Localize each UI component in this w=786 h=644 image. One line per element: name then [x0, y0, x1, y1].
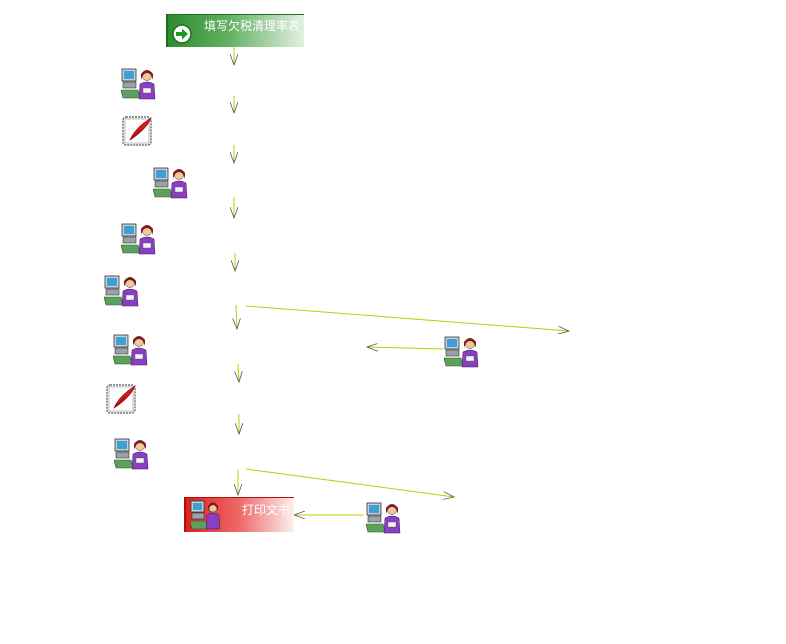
arrow-right-icon — [172, 24, 192, 44]
step-note-1[interactable] — [121, 114, 155, 148]
workflow-diagram: 填写欠税清理率表 打印文书 — [0, 0, 786, 644]
branch-arrow-upper-return — [367, 347, 444, 349]
user-at-computer-icon — [103, 275, 139, 307]
user-at-computer-icon — [113, 438, 149, 470]
step-person-2[interactable] — [152, 165, 189, 199]
user-at-computer-icon — [120, 223, 156, 255]
step-person-branch-1[interactable] — [443, 334, 480, 368]
user-at-computer-icon — [152, 167, 188, 199]
branch-arrow-lower-right — [245, 468, 454, 497]
start-node-label: 填写欠税清理率表 — [204, 19, 301, 33]
user-at-computer-icon — [120, 68, 156, 100]
flow-arrow-7 — [238, 363, 239, 382]
step-person-branch-2[interactable] — [365, 500, 402, 534]
branch-arrow-upper-right — [245, 305, 569, 331]
user-at-computer-icon — [190, 500, 221, 530]
notepad-feather-icon — [122, 116, 152, 146]
end-node[interactable]: 打印文书 — [184, 497, 294, 532]
step-person-3[interactable] — [120, 221, 157, 255]
step-person-6[interactable] — [113, 436, 150, 470]
flow-connectors — [0, 47, 786, 644]
user-at-computer-icon — [365, 502, 401, 534]
end-node-label: 打印文书 — [242, 503, 291, 517]
step-person-1[interactable] — [120, 66, 157, 100]
step-note-2[interactable] — [105, 382, 139, 416]
step-person-4[interactable] — [103, 273, 140, 307]
step-person-5[interactable] — [112, 332, 149, 366]
user-at-computer-icon — [443, 336, 479, 368]
user-at-computer-icon — [112, 334, 148, 366]
flow-arrow-6 — [236, 304, 237, 329]
notepad-feather-icon — [106, 384, 136, 414]
start-node[interactable]: 填写欠税清理率表 — [166, 14, 304, 47]
